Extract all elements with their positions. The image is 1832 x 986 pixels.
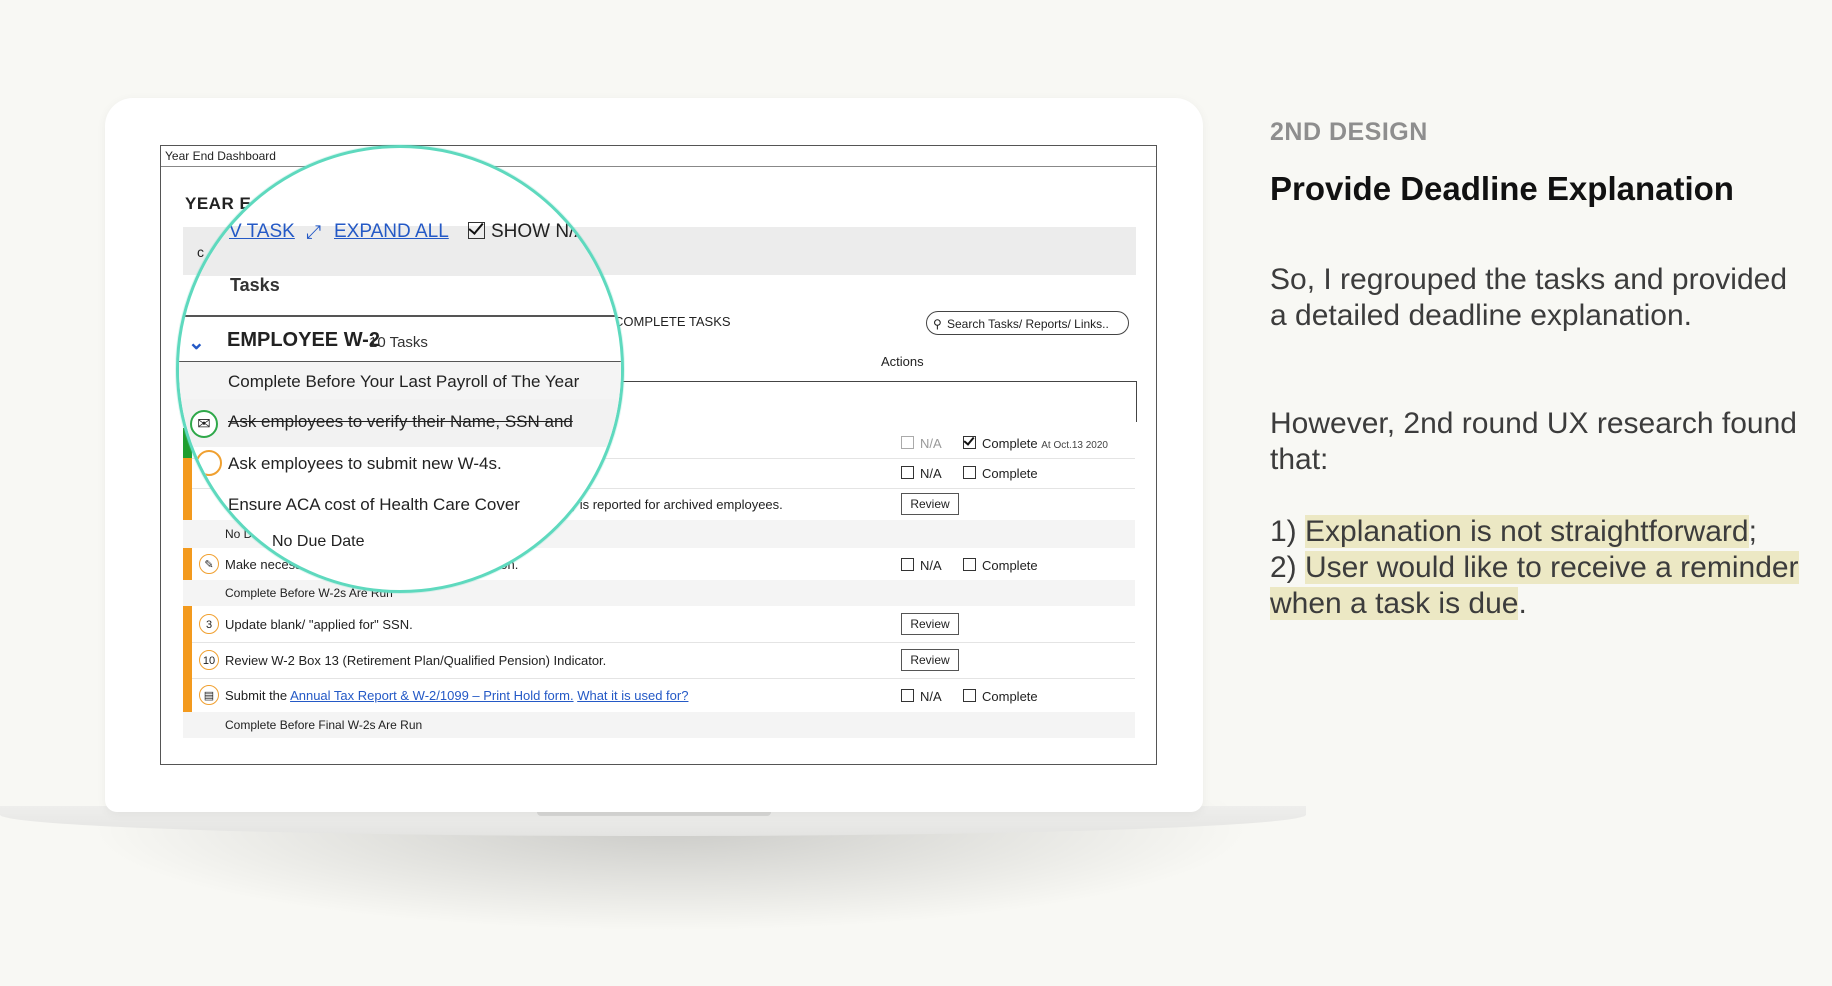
task-number-badge: 3 <box>199 614 219 634</box>
findings-list: 1) Explanation is not straightforward; 2… <box>1270 514 1830 622</box>
review-button[interactable]: Review <box>901 493 959 515</box>
print-hold-form-link[interactable]: Annual Tax Report & W-2/1099 – Print Hol… <box>290 688 574 703</box>
group-count: 10 Tasks <box>369 334 428 351</box>
checkbox-icon <box>468 222 485 239</box>
status-bar <box>183 678 192 712</box>
complete-checkbox[interactable]: Complete <box>963 466 1038 481</box>
checklist-icon <box>196 450 222 476</box>
section-kicker: 2ND DESIGN <box>1270 118 1428 146</box>
task-number-badge: 9 <box>198 500 220 522</box>
checkbox-icon <box>963 466 976 479</box>
deadline-group-header: No Due Date <box>272 533 365 550</box>
divider <box>179 315 621 317</box>
mail-icon: ✉ <box>190 410 218 438</box>
checkbox-icon <box>963 689 976 702</box>
mail-icon: ✉ <box>198 478 209 493</box>
paragraph: So, I regrouped the tasks and provided a… <box>1270 263 1788 332</box>
highlighted-text: User would like to receive a reminder wh… <box>1270 551 1799 620</box>
task-text: Ensure ACA cost of Health Care Cover <box>228 495 520 514</box>
task-text-completed: Ask employees to verify their Name, SSN … <box>228 412 573 431</box>
finding-item: 1) Explanation is not straightforward; <box>1270 515 1757 548</box>
status-bar <box>183 642 192 678</box>
checkbox-icon <box>901 689 914 702</box>
completed-date: At Oct.13 2020 <box>1041 440 1108 451</box>
section-title: Tasks <box>230 275 280 295</box>
checkbox-icon <box>901 558 914 571</box>
checkbox-icon <box>901 466 914 479</box>
task-text: Update blank/ "applied for" SSN. <box>225 617 413 632</box>
review-button[interactable]: Review <box>901 613 959 635</box>
complete-checkbox[interactable]: Complete <box>963 689 1038 704</box>
group-title[interactable]: EMPLOYEE W-2 <box>227 329 380 352</box>
chevron-down-icon[interactable]: ⌄ <box>188 330 205 355</box>
na-checkbox[interactable]: N/A <box>901 466 942 481</box>
complete-checkbox[interactable]: Complete At Oct.13 2020 <box>963 436 1108 451</box>
status-bar <box>183 606 192 642</box>
new-task-link[interactable]: V TASK <box>229 221 295 243</box>
task-text: Submit the Annual Tax Report & W-2/1099 … <box>225 688 689 703</box>
task-text: Ask employees to submit new W-4s. <box>228 454 502 473</box>
na-checkbox[interactable]: N/A <box>901 689 942 704</box>
na-checkbox[interactable]: N/A <box>901 558 942 573</box>
section-title: Provide Deadline Explanation <box>1270 170 1734 207</box>
deadline-group-header: Complete Before Your Last Payroll of The… <box>179 361 621 400</box>
checkbox-icon <box>901 436 914 449</box>
complete-tasks-filter[interactable]: COMPLETE TASKS <box>614 314 731 329</box>
actions-column-header: Actions <box>881 354 924 369</box>
what-is-it-link[interactable]: What it is used for? <box>577 688 688 703</box>
show-na-toggle[interactable]: SHOW N/A <box>468 221 587 243</box>
table-row: 10 Review W-2 Box 13 (Retirement Plan/Qu… <box>183 642 1135 679</box>
task-text: Review W-2 Box 13 (Retirement Plan/Quali… <box>225 653 607 668</box>
highlighted-text: Explanation is not straightforward <box>1305 515 1749 548</box>
magnifier-lens: YEAR E c V TASK ⤢ EXPAND ALL SHOW N/A Ta… <box>176 145 624 593</box>
task-number-badge: 10 <box>199 650 219 670</box>
expand-icon: ⤢ <box>306 222 322 243</box>
review-button[interactable]: Review <box>901 649 959 671</box>
table-row: ▤ Submit the Annual Tax Report & W-2/109… <box>183 678 1135 713</box>
toolbar-partial-text: c <box>198 239 206 256</box>
finding-item: 2) User would like to receive a reminder… <box>1270 551 1799 620</box>
checkbox-icon <box>963 558 976 571</box>
checked-icon <box>963 436 976 449</box>
page-heading: YEAR E <box>176 191 242 211</box>
search-placeholder: Search Tasks/ Reports/ Links.. <box>947 317 1109 331</box>
search-input[interactable]: ⚲ Search Tasks/ Reports/ Links.. <box>926 311 1129 335</box>
document-icon: ▤ <box>199 685 219 705</box>
table-row: 3 Update blank/ "applied for" SSN. Revie… <box>183 606 1135 643</box>
search-icon: ⚲ <box>933 317 942 331</box>
deadline-group-header: Complete Before Final W-2s Are Run <box>183 712 1135 738</box>
complete-checkbox[interactable]: Complete <box>963 558 1038 573</box>
paragraph: However, 2nd round UX research found tha… <box>1270 407 1797 476</box>
na-checkbox[interactable]: N/A <box>901 436 942 451</box>
expand-all-link[interactable]: EXPAND ALL <box>334 221 449 243</box>
